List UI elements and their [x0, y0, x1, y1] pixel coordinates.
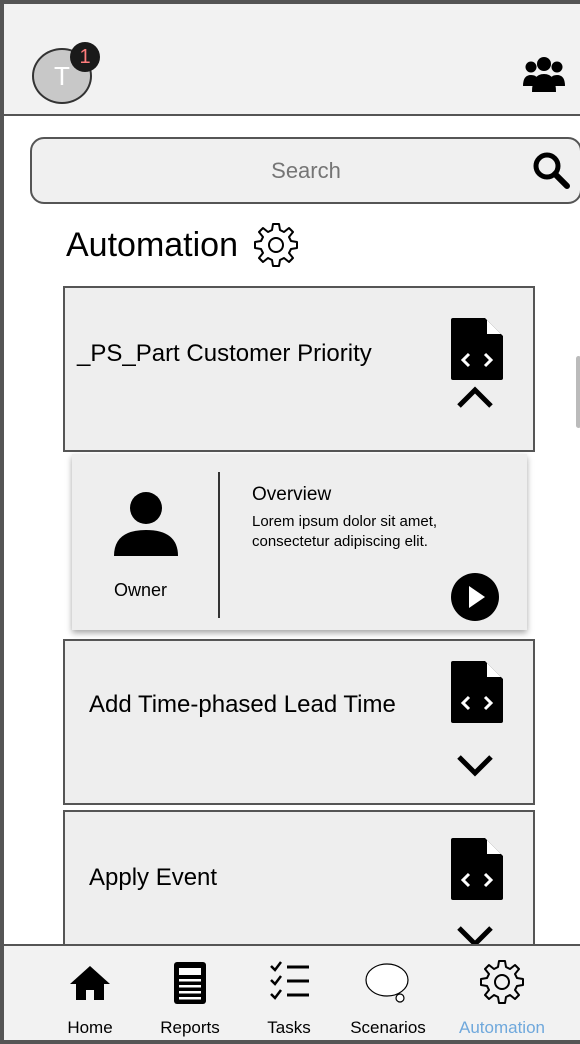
notification-count: 1: [79, 45, 91, 68]
card-title: _PS_Part Customer Priority: [77, 340, 372, 367]
report-icon: [174, 962, 206, 1004]
chevron-up-icon[interactable]: [455, 384, 495, 410]
search-icon[interactable]: [532, 151, 570, 189]
avatar-initial: T: [54, 60, 70, 91]
nav-label: Home: [67, 1018, 113, 1037]
search-input[interactable]: [32, 139, 580, 202]
nav-label: Automation: [459, 1018, 545, 1037]
page-title: Automation: [66, 225, 238, 264]
automation-card[interactable]: Add Time-phased Lead Time: [63, 639, 535, 805]
script-file-icon: [451, 318, 503, 380]
nav-item-reports[interactable]: Reports: [150, 946, 230, 1040]
script-file-icon: [451, 838, 503, 900]
owner-label: Owner: [114, 580, 168, 600]
nav-label: Reports: [160, 1018, 220, 1037]
scrollbar[interactable]: [576, 356, 580, 428]
card-title: Apply Event: [89, 864, 218, 891]
chevron-down-icon[interactable]: [455, 753, 495, 779]
app-header: T 1: [4, 4, 580, 116]
automation-card[interactable]: Apply Event: [63, 810, 535, 960]
bottom-nav: Home Reports Tasks Scenarios Automation: [4, 944, 580, 1040]
nav-item-automation[interactable]: Automation: [450, 946, 554, 1040]
play-icon[interactable]: [450, 572, 500, 622]
overview-text: Lorem ipsum dolor sit amet, consectetur …: [252, 513, 438, 550]
app-frame: T 1 Automation _PS_Part Customer Pri: [0, 0, 580, 1044]
automation-detail-panel: Owner Overview Lorem ipsum dolor sit ame…: [72, 454, 527, 630]
group-icon[interactable]: [522, 56, 566, 94]
notification-badge[interactable]: 1: [70, 42, 100, 72]
automation-card[interactable]: _PS_Part Customer Priority: [63, 286, 535, 452]
nav-label: Scenarios: [350, 1018, 426, 1037]
gear-icon: [480, 960, 524, 1004]
divider: [218, 472, 220, 618]
home-icon: [70, 966, 110, 1000]
nav-item-tasks[interactable]: Tasks: [254, 946, 324, 1040]
nav-label: Tasks: [267, 1018, 311, 1037]
search-bar[interactable]: [30, 137, 580, 204]
nav-item-home[interactable]: Home: [58, 946, 122, 1040]
overview-title: Overview: [252, 484, 332, 505]
owner-icon: [114, 492, 178, 556]
gear-icon: [254, 223, 298, 267]
card-title: Add Time-phased Lead Time: [89, 691, 396, 718]
page-title-row: Automation: [66, 222, 300, 268]
nav-item-scenarios[interactable]: Scenarios: [340, 946, 436, 1040]
script-file-icon: [451, 661, 503, 723]
speech-bubble-icon: [365, 963, 409, 1003]
tasks-icon: [270, 961, 309, 1000]
